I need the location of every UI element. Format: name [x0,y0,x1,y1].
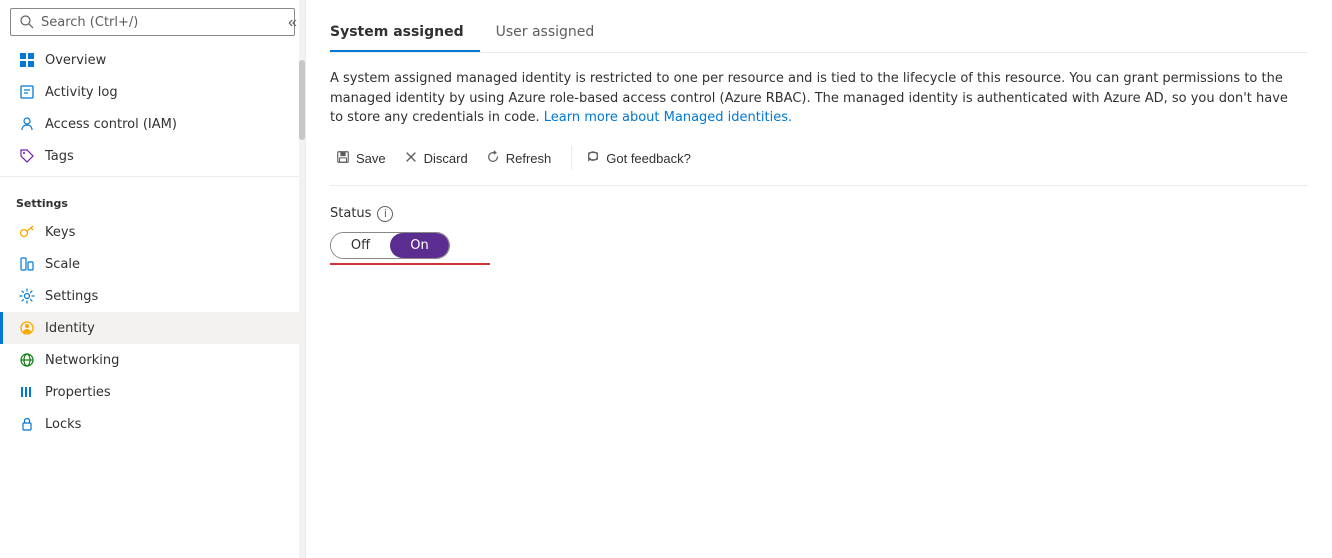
settings-label: Settings [45,289,98,304]
toggle-on-option[interactable]: On [390,233,449,258]
overview-label: Overview [45,53,106,68]
properties-icon [19,384,35,400]
main-content: System assigned User assigned A system a… [306,0,1332,558]
toggle-underline [330,263,490,265]
tags-icon [19,148,35,164]
feedback-icon [586,150,600,167]
search-box[interactable]: Search (Ctrl+/) [10,8,295,36]
sidebar-item-overview[interactable]: Overview [0,44,305,76]
networking-icon [19,352,35,368]
identity-label: Identity [45,321,95,336]
tab-system-assigned[interactable]: System assigned [330,16,480,52]
status-section: Status i Off On [330,206,1308,265]
locks-label: Locks [45,417,81,432]
activity-log-label: Activity log [45,85,118,100]
learn-more-link[interactable]: Learn more about Managed identities. [544,110,792,125]
tab-bar: System assigned User assigned [330,16,1308,53]
status-toggle[interactable]: Off On [330,232,450,259]
status-info-icon[interactable]: i [377,206,393,222]
refresh-button[interactable]: Refresh [480,144,564,173]
activity-log-icon [19,84,35,100]
sidebar-item-identity[interactable]: Identity [0,312,305,344]
sidebar-item-access-control[interactable]: Access control (IAM) [0,108,305,140]
sidebar-item-locks[interactable]: Locks [0,408,305,440]
identity-icon [19,320,35,336]
scale-icon [19,256,35,272]
toolbar-divider [571,146,572,170]
discard-button[interactable]: Discard [398,144,480,173]
sidebar-scrollbar-thumb[interactable] [299,60,305,140]
save-button[interactable]: Save [330,144,398,173]
sidebar-item-networking[interactable]: Networking [0,344,305,376]
toggle-off-option[interactable]: Off [331,233,390,258]
settings-section-label: Settings [0,181,305,216]
sidebar-item-settings[interactable]: Settings [0,280,305,312]
discard-icon [404,150,418,167]
tab-user-assigned[interactable]: User assigned [496,16,611,52]
search-placeholder: Search (Ctrl+/) [41,15,138,30]
keys-label: Keys [45,225,75,240]
refresh-icon [486,150,500,167]
access-control-label: Access control (IAM) [45,117,177,132]
sidebar: Search (Ctrl+/) « Overview Activity log [0,0,306,558]
settings-icon [19,288,35,304]
overview-icon [19,52,35,68]
sidebar-item-tags[interactable]: Tags [0,140,305,172]
sidebar-item-activity-log[interactable]: Activity log [0,76,305,108]
sidebar-item-scale[interactable]: Scale [0,248,305,280]
sidebar-item-properties[interactable]: Properties [0,376,305,408]
settings-divider [0,176,305,177]
tags-label: Tags [45,149,74,164]
search-icon [19,14,35,30]
description-text: A system assigned managed identity is re… [330,69,1290,128]
sidebar-item-keys[interactable]: Keys [0,216,305,248]
keys-icon [19,224,35,240]
feedback-button[interactable]: Got feedback? [580,144,703,173]
sidebar-scrollbar-track [299,0,305,558]
scale-label: Scale [45,257,80,272]
locks-icon [19,416,35,432]
networking-label: Networking [45,353,119,368]
toggle-container: Off On [330,232,1308,259]
access-control-icon [19,116,35,132]
save-icon [336,150,350,167]
properties-label: Properties [45,385,111,400]
status-label-row: Status i [330,206,1308,222]
toolbar: Save Discard Refresh [330,144,1308,186]
